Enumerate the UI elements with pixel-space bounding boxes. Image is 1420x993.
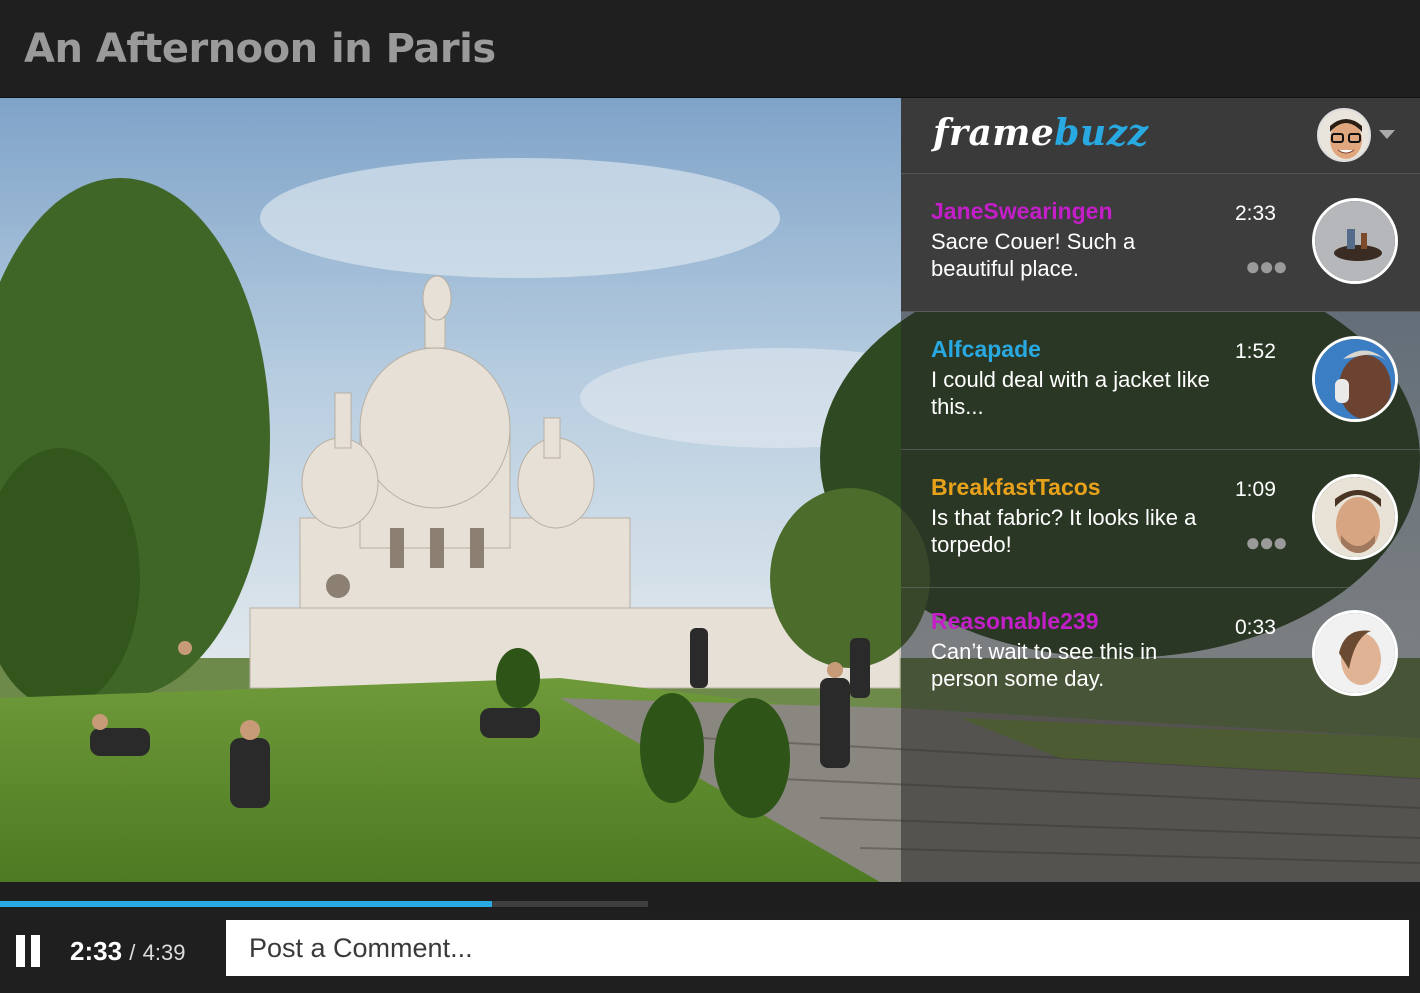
progress-bar[interactable] [0, 901, 648, 907]
current-user-avatar[interactable] [1317, 108, 1371, 162]
time-separator: / [129, 940, 136, 965]
more-dots-icon[interactable]: ●●● [1245, 529, 1288, 555]
comment-timestamp[interactable]: 0:33 [1235, 616, 1276, 640]
comment-text: Sacre Couer! Such a beautiful place. [931, 229, 1136, 281]
title-bar: An Afternoon in Paris [0, 0, 1420, 98]
progress-fill [0, 901, 492, 907]
comments-panel: framebuzz JaneSwearingen Sacre Couer! Su… [901, 98, 1420, 882]
person-avatar-icon [1315, 477, 1395, 557]
chevron-down-icon[interactable] [1379, 130, 1395, 139]
logo-buzz: buzz [1054, 112, 1149, 154]
panel-header: framebuzz [901, 98, 1420, 174]
commenter-avatar[interactable] [1312, 474, 1398, 560]
comment-text: Can’t wait to see this in person some da… [931, 639, 1158, 691]
comment-item[interactable]: Reasonable239 Can’t wait to see this in … [901, 588, 1420, 726]
comment-timestamp[interactable]: 1:52 [1235, 340, 1276, 364]
comment-username[interactable]: Alfcapade [931, 336, 1041, 363]
framebuzz-logo: framebuzz [933, 112, 1149, 154]
comment-username[interactable]: JaneSwearingen [931, 198, 1113, 225]
comment-text: Is that fabric? It looks like a torpedo! [931, 505, 1197, 557]
comment-username[interactable]: BreakfastTacos [931, 474, 1101, 501]
person-avatar-icon [1315, 339, 1395, 419]
pause-icon[interactable] [14, 935, 42, 967]
comment-input[interactable] [226, 920, 1409, 976]
comment-username[interactable]: Reasonable239 [931, 608, 1098, 635]
logo-frame: frame [933, 112, 1055, 154]
comment-timestamp[interactable]: 2:33 [1235, 202, 1276, 226]
current-time: 2:33 [70, 936, 123, 966]
duration: 4:39 [142, 940, 186, 965]
person-avatar-icon [1315, 613, 1395, 693]
video-title: An Afternoon in Paris [24, 26, 496, 72]
time-display: 2:33 / 4:39 [70, 936, 185, 967]
commenter-avatar[interactable] [1312, 336, 1398, 422]
comment-timestamp[interactable]: 1:09 [1235, 478, 1276, 502]
comment-item[interactable]: JaneSwearingen Sacre Couer! Such a beaut… [901, 174, 1420, 312]
comment-item[interactable]: BreakfastTacos Is that fabric? It looks … [901, 450, 1420, 588]
comment-item[interactable]: Alfcapade I could deal with a jacket lik… [901, 312, 1420, 450]
commenter-avatar[interactable] [1312, 610, 1398, 696]
boat-avatar-icon [1315, 201, 1395, 281]
more-dots-icon[interactable]: ●●● [1245, 253, 1288, 279]
player-controls: 2:33 / 4:39 [0, 910, 1420, 993]
user-face-icon [1319, 110, 1369, 160]
commenter-avatar[interactable] [1312, 198, 1398, 284]
comment-text: I could deal with a jacket like this... [931, 367, 1210, 419]
